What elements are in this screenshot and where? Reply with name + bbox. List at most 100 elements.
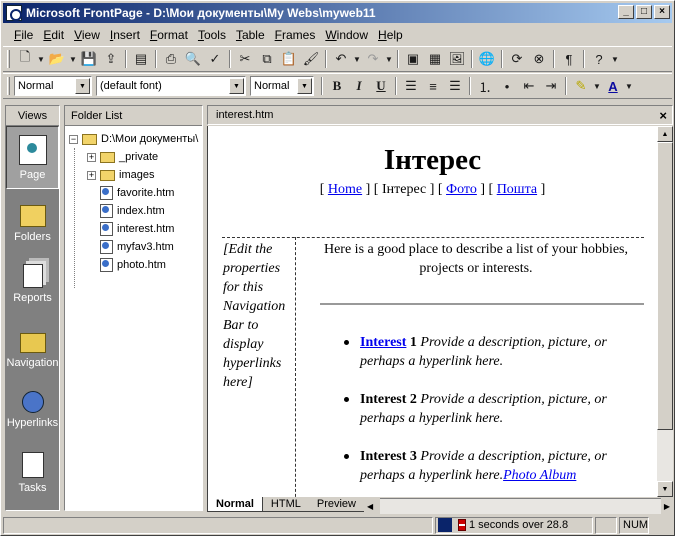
list-item[interactable]: Interest 2 Provide a description, pictur… bbox=[340, 390, 650, 428]
style-select[interactable]: Normal ▼ bbox=[14, 76, 92, 96]
menu-tools[interactable]: Tools bbox=[193, 28, 231, 42]
menu-help[interactable]: Help bbox=[373, 28, 408, 42]
spelling-icon[interactable]: ✓ bbox=[204, 48, 226, 70]
nav-link-home[interactable]: Home bbox=[328, 182, 362, 197]
italic-button[interactable]: I bbox=[348, 75, 370, 97]
font-select[interactable]: (default font) ▼ bbox=[96, 76, 246, 96]
underline-button[interactable]: U bbox=[370, 75, 392, 97]
view-navigation[interactable]: Navigation bbox=[6, 315, 59, 378]
decrease-indent-icon[interactable]: ⇤ bbox=[518, 75, 540, 97]
close-button[interactable]: × bbox=[654, 5, 670, 19]
nav-link-photo[interactable]: Фото bbox=[446, 182, 477, 197]
minimize-button[interactable]: _ bbox=[618, 5, 634, 19]
preview-in-browser-icon[interactable]: 🔍 bbox=[182, 48, 204, 70]
chevron-down-icon[interactable]: ▼ bbox=[624, 75, 634, 97]
tab-html[interactable]: HTML bbox=[262, 497, 309, 512]
toolbar-grip[interactable] bbox=[7, 50, 10, 68]
view-folders[interactable]: Folders bbox=[6, 189, 59, 252]
list-item[interactable]: Interest 1 Provide a description, pictur… bbox=[340, 333, 650, 371]
numbered-list-icon[interactable]: ⒈ bbox=[474, 75, 496, 97]
collapse-icon[interactable]: − bbox=[69, 134, 78, 144]
tab-scroll-right-icon[interactable]: ▶ bbox=[661, 502, 673, 511]
chevron-down-icon[interactable]: ▼ bbox=[297, 78, 312, 94]
chevron-down-icon[interactable]: ▼ bbox=[352, 48, 362, 70]
expand-icon[interactable]: + bbox=[87, 170, 96, 180]
navigation-bar-placeholder[interactable]: [Edit the properties for this Navigation… bbox=[223, 240, 295, 392]
tab-scroll-left-icon[interactable]: ◀ bbox=[364, 502, 376, 511]
font-size-select[interactable]: Normal ▼ bbox=[250, 76, 314, 96]
horizontal-scrollbar[interactable] bbox=[380, 498, 661, 514]
cut-icon[interactable]: ✂ bbox=[234, 48, 256, 70]
view-hyperlinks[interactable]: Hyperlinks bbox=[6, 378, 59, 441]
interest-link[interactable]: Interest bbox=[360, 335, 406, 350]
bold-button[interactable]: B bbox=[326, 75, 348, 97]
menu-edit[interactable]: Edit bbox=[38, 28, 69, 42]
folder-list-icon[interactable]: ▤ bbox=[130, 48, 152, 70]
show-all-icon[interactable]: ¶ bbox=[558, 48, 580, 70]
nav-link-mail[interactable]: Пошта bbox=[497, 182, 537, 197]
chevron-down-icon[interactable]: ▼ bbox=[75, 78, 90, 94]
top-navigation-bar[interactable]: [ Home ] [ Інтерес ] [ Фото ] [ Пошта ] bbox=[208, 182, 657, 198]
menu-insert[interactable]: Insert bbox=[105, 28, 145, 42]
bulleted-list-icon[interactable]: • bbox=[496, 75, 518, 97]
highlight-color-icon[interactable]: ✎ bbox=[570, 75, 592, 97]
toolbar-grip[interactable] bbox=[7, 77, 10, 95]
chevron-down-icon[interactable]: ▼ bbox=[592, 75, 602, 97]
paste-icon[interactable]: 📋 bbox=[278, 48, 300, 70]
menu-table[interactable]: Table bbox=[231, 28, 270, 42]
menu-format[interactable]: Format bbox=[145, 28, 193, 42]
tree-file[interactable]: photo.htm bbox=[65, 256, 202, 274]
chevron-down-icon[interactable]: ▼ bbox=[610, 48, 620, 70]
increase-indent-icon[interactable]: ⇥ bbox=[540, 75, 562, 97]
scroll-thumb[interactable] bbox=[657, 142, 673, 430]
chevron-down-icon[interactable]: ▼ bbox=[68, 48, 78, 70]
redo-icon[interactable]: ↷ bbox=[362, 48, 384, 70]
frontpage-app-icon[interactable] bbox=[6, 5, 22, 21]
tree-root[interactable]: − D:\Мои документы\ bbox=[65, 130, 202, 148]
help-icon[interactable]: ? bbox=[588, 48, 610, 70]
font-color-icon[interactable]: A bbox=[602, 75, 624, 97]
open-icon[interactable]: 📂 bbox=[46, 48, 68, 70]
photo-album-link[interactable]: Photo Album bbox=[503, 468, 576, 483]
menu-view[interactable]: View bbox=[69, 28, 105, 42]
menu-window[interactable]: Window bbox=[320, 28, 373, 42]
scroll-up-icon[interactable]: ▲ bbox=[657, 126, 673, 142]
intro-paragraph[interactable]: Here is a good place to describe a list … bbox=[308, 240, 644, 278]
close-page-icon[interactable]: × bbox=[659, 108, 667, 123]
chevron-down-icon[interactable]: ▼ bbox=[384, 48, 394, 70]
format-painter-icon[interactable]: 🖌 bbox=[300, 48, 322, 70]
insert-picture-icon[interactable]: 🖼 bbox=[446, 48, 468, 70]
insert-component-icon[interactable]: ▣ bbox=[402, 48, 424, 70]
title-bar[interactable]: Microsoft FrontPage - D:\Мои документы\M… bbox=[3, 3, 672, 23]
resize-grip-icon[interactable] bbox=[651, 517, 667, 534]
tab-preview[interactable]: Preview bbox=[308, 497, 364, 512]
align-left-icon[interactable]: ☰ bbox=[400, 75, 422, 97]
copy-icon[interactable]: ⧉ bbox=[256, 48, 278, 70]
align-right-icon[interactable]: ☰ bbox=[444, 75, 466, 97]
chevron-down-icon[interactable]: ▼ bbox=[229, 78, 244, 94]
menu-frames[interactable]: Frames bbox=[270, 28, 321, 42]
tree-folder-private[interactable]: + _private bbox=[65, 148, 202, 166]
vertical-scrollbar[interactable]: ▲ ▼ bbox=[657, 126, 673, 497]
hyperlink-icon[interactable]: 🌐 bbox=[476, 48, 498, 70]
insert-table-icon[interactable]: ▦ bbox=[424, 48, 446, 70]
tree-file[interactable]: myfav3.htm bbox=[65, 238, 202, 256]
maximize-button[interactable]: □ bbox=[636, 5, 652, 19]
tree-file[interactable]: index.htm bbox=[65, 202, 202, 220]
print-icon[interactable]: ⎙ bbox=[160, 48, 182, 70]
undo-icon[interactable]: ↶ bbox=[330, 48, 352, 70]
chevron-down-icon[interactable]: ▼ bbox=[36, 48, 46, 70]
tab-normal[interactable]: Normal bbox=[207, 497, 263, 512]
list-item[interactable]: Interest 3 Provide a description, pictur… bbox=[340, 447, 650, 485]
view-page[interactable]: Page bbox=[6, 126, 59, 189]
align-center-icon[interactable]: ≡ bbox=[422, 75, 444, 97]
new-page-icon[interactable]: 🗋 bbox=[14, 48, 36, 70]
expand-icon[interactable]: + bbox=[87, 152, 96, 162]
save-icon[interactable]: 💾 bbox=[78, 48, 100, 70]
page-heading[interactable]: Інтерес bbox=[208, 144, 657, 177]
page-canvas[interactable]: Інтерес [ Home ] [ Інтерес ] [ Фото ] [ … bbox=[207, 126, 657, 497]
publish-icon[interactable]: ⇪ bbox=[100, 48, 122, 70]
refresh-icon[interactable]: ⟳ bbox=[506, 48, 528, 70]
stop-icon[interactable]: ⊗ bbox=[528, 48, 550, 70]
tree-file[interactable]: favorite.htm bbox=[65, 184, 202, 202]
